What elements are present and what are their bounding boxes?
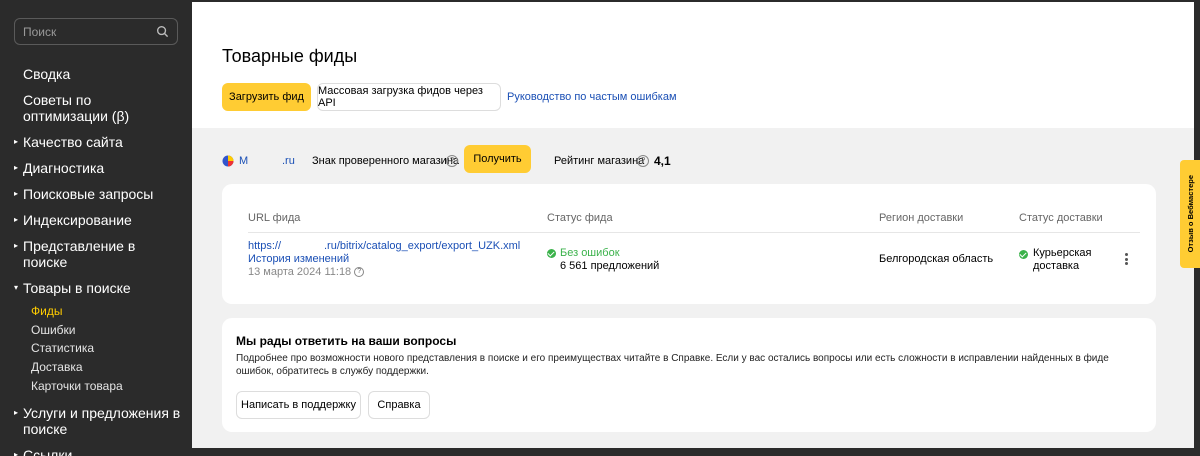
- feed-url-start[interactable]: https://: [248, 240, 281, 252]
- sidebar-subitem-statistics[interactable]: Статистика: [0, 339, 192, 358]
- verified-store-label: Знак проверенного магазина: [312, 155, 460, 167]
- sidebar-subitem-delivery[interactable]: Доставка: [0, 358, 192, 377]
- help-text: Подробнее про возможности нового предста…: [236, 353, 1109, 377]
- store-name-end[interactable]: .ru: [282, 150, 295, 172]
- help-button[interactable]: Справка: [368, 391, 430, 419]
- sidebar-item-label: Поисковые запросы: [23, 186, 154, 202]
- search-placeholder: Поиск: [23, 24, 57, 39]
- help-icon[interactable]: ?: [446, 150, 458, 172]
- api-bulk-upload-button[interactable]: Массовая загрузка фидов через API: [317, 83, 501, 111]
- search-icon[interactable]: [156, 25, 169, 38]
- feedback-tab[interactable]: Отзыв о Вебмастере: [1180, 160, 1200, 268]
- sidebar-item-links[interactable]: ▸ Ссылки: [0, 447, 192, 456]
- delivery-region: Белгородская область: [879, 253, 994, 265]
- caret-right-icon: ▸: [14, 189, 19, 198]
- column-header-url: URL фида: [248, 212, 301, 224]
- sidebar-item-indexing[interactable]: ▸ Индексирование: [0, 212, 192, 228]
- history-link[interactable]: История изменений: [248, 253, 349, 265]
- store-favicon-icon: [222, 155, 234, 167]
- sidebar-item-label: Ссылки: [23, 446, 73, 456]
- sidebar-item-site-quality[interactable]: ▸ Качество сайта: [0, 134, 192, 150]
- help-icon[interactable]: ?: [354, 267, 365, 278]
- page-title: Товарные фиды: [222, 46, 358, 66]
- store-rating-value: 4,1: [654, 154, 671, 168]
- store-rating-label: Рейтинг магазина: [554, 155, 645, 167]
- delivery-status: Курьерская доставка: [1033, 247, 1092, 272]
- feed-url-end[interactable]: .ru/bitrix/catalog_export/export_UZK.xml: [324, 240, 520, 252]
- sidebar-item-search-appearance[interactable]: ▸ Представление в поиске: [0, 238, 192, 270]
- upload-feed-button[interactable]: Загрузить фид: [222, 83, 311, 111]
- sidebar-subitem-product-cards[interactable]: Карточки товара: [0, 376, 192, 395]
- page-header: Товарные фиды Загрузить фид Массовая заг…: [192, 2, 1194, 128]
- get-badge-button[interactable]: Получить: [464, 145, 531, 173]
- table-divider: [248, 232, 1140, 233]
- contact-support-button[interactable]: Написать в поддержку: [236, 391, 361, 419]
- sidebar-item-label: Услуги и предложения в поиске: [23, 404, 181, 437]
- main-content: Товарные фиды Загрузить фид Массовая заг…: [192, 2, 1194, 448]
- sidebar-item-label: Диагностика: [23, 160, 105, 176]
- check-circle-icon: [547, 248, 556, 258]
- caret-down-icon: ▾: [14, 283, 19, 292]
- store-name-start[interactable]: М: [239, 150, 248, 172]
- feedback-tab-label: Отзыв о Вебмастере: [1185, 175, 1195, 253]
- column-header-feed-status: Статус фида: [547, 212, 613, 224]
- sidebar-subitem-errors[interactable]: Ошибки: [0, 321, 192, 340]
- sidebar-item-label: Индексирование: [23, 212, 132, 228]
- caret-right-icon: ▸: [14, 137, 19, 146]
- feeds-table: URL фида Статус фида Регион доставки Ста…: [222, 184, 1156, 304]
- errors-guide-link[interactable]: Руководство по частым ошибкам: [507, 91, 677, 103]
- check-circle-icon: [1019, 250, 1028, 259]
- help-title: Мы рады ответить на ваши вопросы: [236, 334, 457, 348]
- sidebar-subnav: Фиды Ошибки Статистика Доставка Карточки…: [0, 302, 192, 395]
- sidebar-nav: Сводка Советы по оптимизации (β) ▸ Качест…: [0, 60, 192, 456]
- sidebar-item-summary[interactable]: Сводка: [0, 66, 192, 82]
- feed-date-text: 13 марта 2024 11:18: [248, 266, 352, 278]
- feed-offers-count: 6 561 предложений: [560, 260, 660, 272]
- caret-right-icon: ▸: [14, 241, 19, 250]
- column-header-delivery-status: Статус доставки: [1019, 212, 1103, 224]
- feed-date: 13 марта 2024 11:18 ?: [248, 266, 365, 278]
- sidebar-item-services-offers[interactable]: ▸ Услуги и предложения в поиске: [0, 405, 192, 437]
- sidebar: Поиск Сводка Советы по оптимизации (β) ▸…: [0, 0, 192, 456]
- caret-right-icon: ▸: [14, 407, 19, 417]
- sidebar-item-diagnostics[interactable]: ▸ Диагностика: [0, 160, 192, 176]
- sidebar-item-label: Представление в поиске: [23, 238, 136, 270]
- sidebar-item-label: Качество сайта: [23, 134, 123, 150]
- help-card: Мы рады ответить на ваши вопросы Подробн…: [222, 318, 1156, 432]
- store-info-row: М .ru Знак проверенного магазина ? Получ…: [222, 145, 922, 173]
- sidebar-item-search-queries[interactable]: ▸ Поисковые запросы: [0, 186, 192, 202]
- sidebar-item-label: Товары в поиске: [23, 280, 131, 296]
- search-input[interactable]: Поиск: [14, 18, 178, 45]
- sidebar-item-products-in-search[interactable]: ▾ Товары в поиске: [0, 280, 192, 296]
- sidebar-subitem-feeds[interactable]: Фиды: [0, 302, 192, 321]
- feed-status-text: Без ошибок: [560, 247, 620, 259]
- more-actions-icon[interactable]: [1122, 251, 1130, 267]
- sidebar-item-optimization-tips[interactable]: Советы по оптимизации (β): [0, 92, 192, 124]
- caret-right-icon: ▸: [14, 215, 19, 224]
- column-header-delivery-region: Регион доставки: [879, 212, 964, 224]
- feed-status: Без ошибок: [547, 247, 620, 259]
- caret-right-icon: ▸: [14, 163, 19, 172]
- sidebar-item-label: Советы по оптимизации (β): [23, 92, 130, 124]
- sidebar-item-label: Сводка: [23, 66, 71, 82]
- caret-right-icon: ▸: [14, 449, 19, 456]
- help-icon[interactable]: ?: [637, 150, 649, 172]
